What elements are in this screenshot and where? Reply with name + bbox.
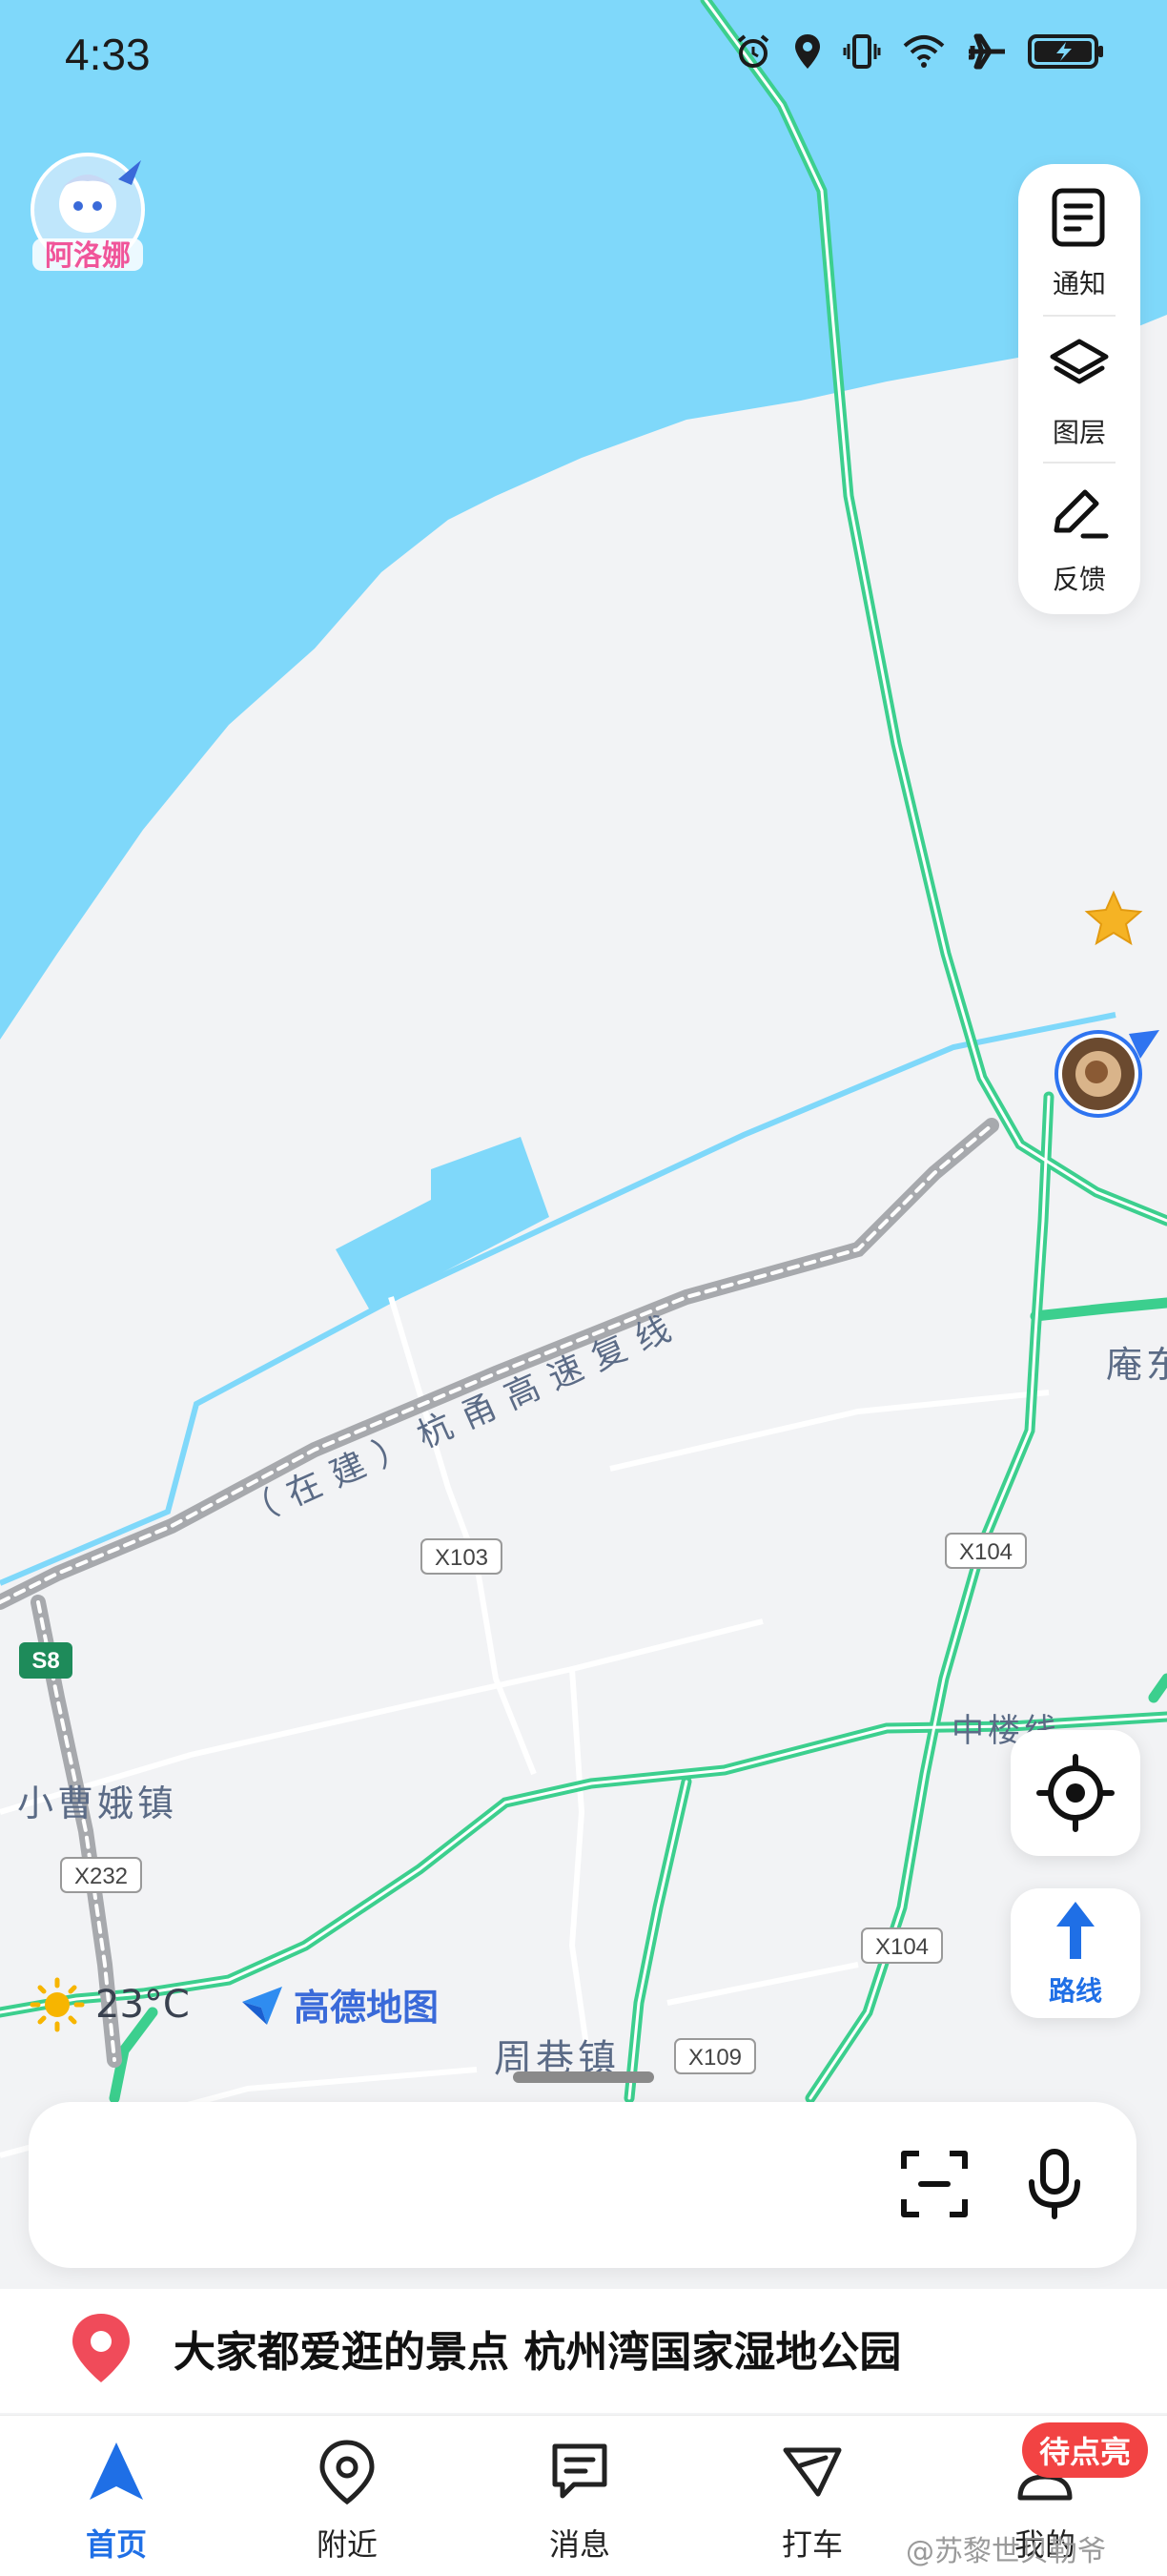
- suggestion-text: 大家都爱逛的景点 杭州湾国家湿地公园: [174, 2328, 902, 2377]
- scan-button[interactable]: [896, 2146, 972, 2222]
- map-pin-icon: [72, 2314, 130, 2382]
- map-tools-panel: 通知 图层 反馈: [1018, 164, 1140, 614]
- edit-pencil-icon: [1054, 489, 1109, 539]
- wifi-icon: [903, 35, 945, 68]
- vibrate-icon: [843, 34, 881, 69]
- battery-charging-icon: [1028, 34, 1103, 69]
- notification-icon: [1052, 188, 1105, 247]
- microphone-icon: [1029, 2149, 1080, 2219]
- navigation-arrow-icon: [90, 2442, 143, 2500]
- brand-name: 高德地图: [294, 1987, 440, 2029]
- suggestion-row[interactable]: 大家都爱逛的景点 杭州湾国家湿地公园: [0, 2289, 1167, 2413]
- feedback-label: 反馈: [1052, 564, 1106, 595]
- route-arrow-icon: [1056, 1902, 1095, 1959]
- amap-logo-icon: [242, 1986, 282, 2025]
- search-bar: [29, 2102, 1136, 2268]
- tab-home-label: 首页: [85, 2526, 147, 2563]
- tab-home[interactable]: 首页: [21, 2416, 212, 2576]
- road-label-x104-south: X104: [875, 1934, 929, 1960]
- location-icon: [795, 34, 820, 69]
- locate-me-button[interactable]: [1011, 1730, 1140, 1856]
- alarm-icon: [737, 34, 769, 68]
- svg-text:阿洛娜: 阿洛娜: [45, 239, 131, 273]
- status-bar: 4:33: [0, 0, 1167, 114]
- town-label-xiaocao: 小曹娥镇: [17, 1783, 177, 1824]
- road-label-x103: X103: [435, 1545, 488, 1571]
- weather-widget[interactable]: 23°C: [29, 1976, 190, 2033]
- route-button[interactable]: 路线: [1011, 1888, 1140, 2018]
- road-label-s8: S8: [31, 1648, 59, 1674]
- message-icon: [552, 2443, 607, 2499]
- layers-icon: [1050, 339, 1109, 384]
- tab-nearby-label: 附近: [316, 2526, 378, 2563]
- watermark-text: @苏黎世贝勒爷: [906, 2535, 1106, 2568]
- voice-search-button[interactable]: [1016, 2146, 1093, 2222]
- feedback-button[interactable]: 反馈: [1018, 460, 1140, 603]
- road-label-x232: X232: [74, 1864, 128, 1889]
- taxi-flag-icon: [783, 2447, 842, 2497]
- sun-icon: [30, 1977, 85, 2032]
- layers-button[interactable]: 图层: [1018, 313, 1140, 456]
- tab-messages[interactable]: 消息: [484, 2416, 675, 2576]
- profile-tag-badge[interactable]: 待点亮: [1022, 2422, 1149, 2478]
- tab-nearby[interactable]: 附近: [252, 2416, 442, 2576]
- status-icons: [734, 32, 1104, 71]
- route-label: 路线: [1048, 1975, 1102, 2007]
- avatar-badge-logo[interactable]: 阿洛娜: [27, 151, 149, 277]
- status-time: 4:33: [65, 30, 151, 79]
- crosshair-icon: [1036, 1754, 1115, 1832]
- layers-label: 图层: [1052, 417, 1106, 448]
- sheet-drag-handle[interactable]: [513, 2071, 654, 2083]
- weather-temperature: 23°C: [95, 1983, 190, 2027]
- brand-logo: 高德地图: [238, 1978, 439, 2030]
- airplane-icon: [969, 33, 1005, 70]
- road-label-x109: X109: [688, 2045, 742, 2071]
- search-input[interactable]: [67, 2150, 852, 2218]
- location-pin-icon: [319, 2440, 375, 2505]
- scan-icon: [901, 2151, 968, 2217]
- notify-button[interactable]: 通知: [1018, 164, 1140, 307]
- tab-taxi[interactable]: 打车: [717, 2416, 908, 2576]
- notify-label: 通知: [1052, 268, 1106, 299]
- tab-messages-label: 消息: [548, 2526, 610, 2563]
- tab-taxi-label: 打车: [781, 2526, 843, 2563]
- area-label-andong: 庵东: [1106, 1344, 1167, 1386]
- road-label-x104-north: X104: [959, 1539, 1013, 1565]
